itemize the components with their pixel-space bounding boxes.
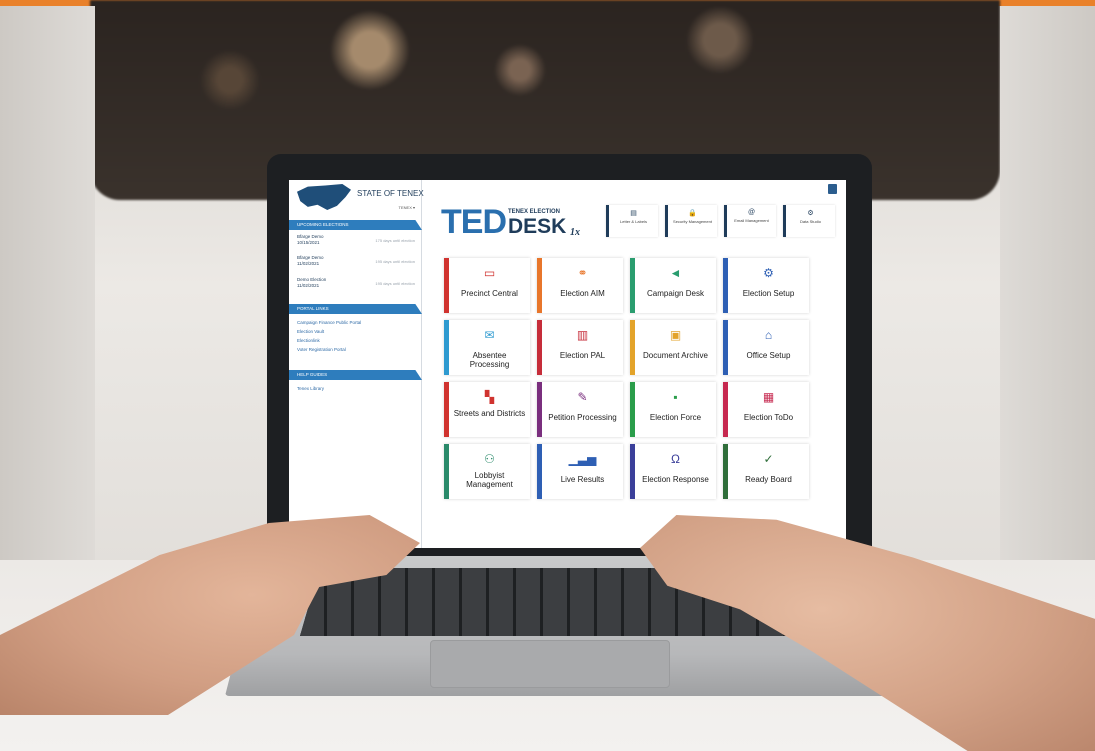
tile-label: Election Response (642, 475, 709, 484)
tile-label: Lobbyist Management (466, 471, 513, 489)
megaphone-icon: ◄ (669, 266, 682, 280)
tile-label: Election ToDo (743, 413, 794, 422)
button-label: Letter & Labels (620, 219, 647, 224)
app-tile-grid: ▭ Precinct Central ⚭ Election AIM ◄ Campaign … (444, 258, 814, 530)
map-icon: ▚ (484, 390, 495, 404)
election-item[interactable]: Bfarge Demo 10/15/2021 (297, 234, 324, 245)
app-tile-office-setup[interactable]: ⌂ Office Setup (723, 320, 809, 375)
email-icon: @ (747, 209, 756, 216)
calendar-icon[interactable] (828, 184, 837, 194)
handshake-icon: ⚇ (484, 452, 495, 466)
tile-label: Election Force (649, 413, 702, 422)
app-tile-election-force[interactable]: ▪ Election Force (630, 382, 716, 437)
logo-ted: TED (441, 203, 507, 241)
app-tile-election-setup[interactable]: ⚙ Election Setup (723, 258, 809, 313)
portal-link[interactable]: Campaign Finance Public Portal (297, 320, 361, 325)
laptop-screen: STATE OF TENEX TENEX ▾ UPCOMING ELECTION… (289, 180, 846, 548)
portal-link[interactable]: Electionlink (297, 338, 320, 343)
election-date: 11/02/2021 (297, 260, 320, 266)
logo-version: 1x (570, 227, 580, 238)
election-countdown: 195 days until election (375, 259, 415, 264)
photo-scene: STATE OF TENEX TENEX ▾ UPCOMING ELECTION… (0, 0, 1095, 751)
election-countdown: 195 days until election (375, 281, 415, 286)
logo-desk: DESK (508, 215, 567, 238)
tile-label: Document Archive (643, 351, 708, 360)
app-tile-absentee-processing[interactable]: ✉ Absentee Processing (444, 320, 530, 375)
chart-icon: ▁▃▅ (568, 452, 597, 466)
election-item[interactable]: Bfarge Demo 11/02/2021 (297, 255, 324, 266)
election-item[interactable]: Demo Election 11/02/2021 (297, 277, 326, 288)
headset-icon: Ω (671, 452, 680, 466)
tile-label: Office Setup (746, 351, 791, 360)
app-tile-streets-and-districts[interactable]: ▚ Streets and Districts (444, 382, 530, 437)
app-tile-ready-board[interactable]: ✓ Ready Board (723, 444, 809, 499)
users-icon: ⚭ (577, 266, 588, 280)
app-tile-lobbyist-management[interactable]: ⚇ Lobbyist Management (444, 444, 530, 499)
portal-link[interactable]: Election Vault (297, 329, 324, 334)
button-label: Data Studio (800, 219, 821, 224)
app-tile-document-archive[interactable]: ▣ Document Archive (630, 320, 716, 375)
button-label: Security Management (673, 219, 712, 224)
data-studio-button[interactable]: ⚙ Data Studio (783, 205, 835, 237)
archive-icon: ▣ (669, 328, 682, 342)
gear-icon: ⚙ (807, 210, 814, 217)
letter-labels-button[interactable]: ▤ Letter & Labels (606, 205, 658, 237)
document-icon: ▤ (630, 210, 637, 217)
state-title: STATE OF TENEX (357, 189, 424, 198)
app-tile-election-aim[interactable]: ⚭ Election AIM (537, 258, 623, 313)
tile-label: Precinct Central (461, 289, 518, 298)
laptop-trackpad (430, 640, 670, 688)
email-management-button[interactable]: @ Email Management (724, 205, 776, 237)
background-wall-left (0, 6, 95, 566)
app-tile-live-results[interactable]: ▁▃▅ Live Results (537, 444, 623, 499)
tile-label: Ready Board (745, 475, 792, 484)
tile-label: Election AIM (560, 289, 605, 298)
pen-icon: ✎ (577, 390, 588, 404)
portal-link[interactable]: Voter Registration Portal (297, 347, 346, 352)
help-link[interactable]: Tenex Library (297, 386, 324, 391)
upcoming-elections-header: UPCOMING ELECTIONS (289, 220, 422, 230)
security-management-button[interactable]: 🔒 Security Management (665, 205, 717, 237)
election-name: Bfarge Demo (297, 255, 324, 260)
help-guides-header: HELP GUIDES (289, 370, 422, 380)
lock-icon: 🔒 (688, 210, 697, 217)
usa-map-icon (297, 184, 351, 210)
tile-label: Campaign Desk (647, 289, 704, 298)
election-name: Bfarge Demo (297, 234, 324, 239)
tile-label: Absentee Processing (469, 351, 510, 369)
gear-icon: ⚙ (763, 266, 774, 280)
bank-icon: ⌂ (764, 328, 773, 342)
tile-label: Election PAL (559, 351, 606, 360)
sidebar: STATE OF TENEX TENEX ▾ UPCOMING ELECTION… (289, 180, 424, 548)
book-icon: ▥ (576, 328, 589, 342)
briefcase-icon: ▪ (673, 390, 678, 404)
tile-label: Live Results (560, 475, 605, 484)
app-tile-election-response[interactable]: Ω Election Response (630, 444, 716, 499)
monitor-icon: ▭ (483, 266, 496, 280)
app-tile-precinct-central[interactable]: ▭ Precinct Central (444, 258, 530, 313)
tile-label: Election Setup (742, 289, 795, 298)
envelope-icon: ✉ (484, 328, 495, 342)
tile-label: Streets and Districts (453, 409, 526, 418)
state-dropdown[interactable]: TENEX ▾ (399, 205, 415, 210)
background-wall-right (1000, 6, 1095, 566)
app-tile-petition-processing[interactable]: ✎ Petition Processing (537, 382, 623, 437)
election-countdown: 175 days until election (375, 238, 415, 243)
app-tile-election-todo[interactable]: ▦ Election ToDo (723, 382, 809, 437)
portal-links-header: PORTAL LINKS (289, 304, 422, 314)
tile-label: Petition Processing (548, 413, 617, 422)
button-label: Email Management (734, 218, 769, 223)
app-tile-campaign-desk[interactable]: ◄ Campaign Desk (630, 258, 716, 313)
election-date: 10/15/2021 (297, 239, 320, 245)
check-icon: ✓ (763, 452, 774, 466)
election-date: 11/02/2021 (297, 282, 320, 288)
calendar-icon: ▦ (762, 390, 775, 404)
app-tile-election-pal[interactable]: ▥ Election PAL (537, 320, 623, 375)
election-name: Demo Election (297, 277, 327, 282)
